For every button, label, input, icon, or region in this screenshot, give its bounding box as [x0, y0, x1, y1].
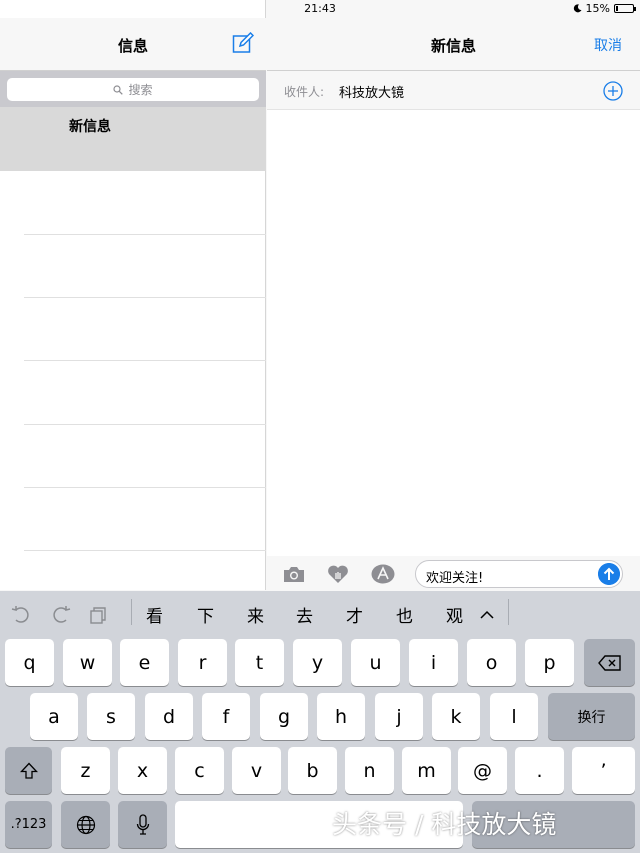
search-icon [113, 84, 124, 95]
list-separator [24, 487, 266, 488]
divider [131, 599, 132, 625]
globe-key[interactable] [61, 801, 110, 848]
key-at[interactable]: @ [458, 747, 507, 794]
key-r[interactable]: r [178, 639, 227, 686]
candidate-word[interactable]: 下 [197, 602, 214, 627]
key-j[interactable]: j [375, 693, 423, 740]
key-a[interactable]: a [30, 693, 78, 740]
digital-touch-heart-icon[interactable] [326, 563, 350, 585]
delete-icon [597, 654, 621, 671]
key-w[interactable]: w [63, 639, 112, 686]
candidate-word[interactable]: 来 [247, 602, 264, 627]
list-separator [24, 297, 266, 298]
candidate-word[interactable]: 去 [296, 602, 313, 627]
add-contact-icon[interactable] [603, 81, 623, 101]
list-item-new-message[interactable]: 新信息 [0, 107, 266, 171]
return-key[interactable]: 换行 [548, 693, 635, 740]
message-input-bar: 欢迎关注! [267, 556, 640, 591]
message-input[interactable]: 欢迎关注! [415, 560, 623, 588]
messages-title: 信息 [117, 37, 148, 55]
camera-icon[interactable] [282, 563, 306, 585]
key-period[interactable]: . [515, 747, 564, 794]
key-g[interactable]: g [260, 693, 308, 740]
send-icon[interactable] [598, 563, 620, 585]
key-h[interactable]: h [317, 693, 365, 740]
paste-icon[interactable] [87, 605, 109, 625]
search-input[interactable]: 搜索 [7, 78, 259, 101]
shift-icon [19, 762, 38, 779]
recipient-row: 收件人: 科技放大镜 [267, 72, 640, 110]
key-f[interactable]: f [202, 693, 250, 740]
microphone-icon [136, 813, 149, 835]
message-text: 欢迎关注! [426, 571, 484, 586]
candidate-word[interactable]: 也 [396, 602, 413, 627]
moon-icon [573, 4, 582, 13]
list-separator [24, 360, 266, 361]
dictation-key[interactable] [118, 801, 167, 848]
key-s[interactable]: s [87, 693, 135, 740]
key-z[interactable]: z [61, 747, 110, 794]
watermark: 头条号 / 科技放大镜 [332, 810, 557, 839]
conversation-area [267, 110, 640, 556]
key-n[interactable]: n [345, 747, 394, 794]
divider [508, 599, 509, 625]
app-store-icon[interactable] [371, 563, 395, 585]
battery-icon [614, 4, 636, 13]
key-q[interactable]: q [5, 639, 54, 686]
shift-key[interactable] [5, 747, 52, 794]
list-separator [24, 424, 266, 425]
chevron-up-icon[interactable] [476, 605, 498, 625]
left-nav-bar: 信息 [0, 18, 266, 71]
key-i[interactable]: i [409, 639, 458, 686]
cancel-button[interactable]: 取消 [594, 35, 622, 55]
numbers-key[interactable]: .?123 [5, 801, 52, 848]
key-apostrophe[interactable]: ’ [572, 747, 635, 794]
globe-icon [76, 815, 95, 834]
list-separator [24, 234, 266, 235]
suggestion-bar: 看 下 来 去 才 也 观 [0, 591, 640, 633]
keyboard: 看 下 来 去 才 也 观 q w e r t y u i o p a s d … [0, 591, 640, 853]
key-p[interactable]: p [525, 639, 574, 686]
key-l[interactable]: l [490, 693, 538, 740]
new-message-title: 新信息 [430, 37, 476, 55]
key-u[interactable]: u [351, 639, 400, 686]
key-b[interactable]: b [288, 747, 337, 794]
key-o[interactable]: o [467, 639, 516, 686]
recipient-field[interactable]: 科技放大镜 [339, 82, 404, 101]
search-placeholder: 搜索 [128, 83, 153, 97]
candidate-word[interactable]: 才 [346, 602, 363, 627]
key-m[interactable]: m [402, 747, 451, 794]
key-x[interactable]: x [118, 747, 167, 794]
key-d[interactable]: d [145, 693, 193, 740]
conversation-list-pane: 信息 搜索 新信息 [0, 0, 266, 590]
battery-percent: 15% [585, 2, 610, 15]
list-separator [24, 550, 266, 551]
to-label: 收件人: [284, 85, 325, 99]
compose-icon[interactable] [232, 32, 254, 54]
search-bar: 搜索 [0, 71, 266, 107]
delete-key[interactable] [584, 639, 635, 686]
redo-icon[interactable] [49, 605, 71, 625]
key-c[interactable]: c [175, 747, 224, 794]
key-e[interactable]: e [120, 639, 169, 686]
list-item-label: 新信息 [69, 119, 111, 135]
right-nav-bar: 新信息 取消 [267, 18, 640, 71]
candidate-word[interactable]: 看 [146, 602, 163, 627]
key-y[interactable]: y [293, 639, 342, 686]
key-t[interactable]: t [235, 639, 284, 686]
key-v[interactable]: v [232, 747, 281, 794]
key-k[interactable]: k [432, 693, 480, 740]
candidate-word[interactable]: 观 [446, 602, 463, 627]
undo-icon[interactable] [11, 605, 33, 625]
